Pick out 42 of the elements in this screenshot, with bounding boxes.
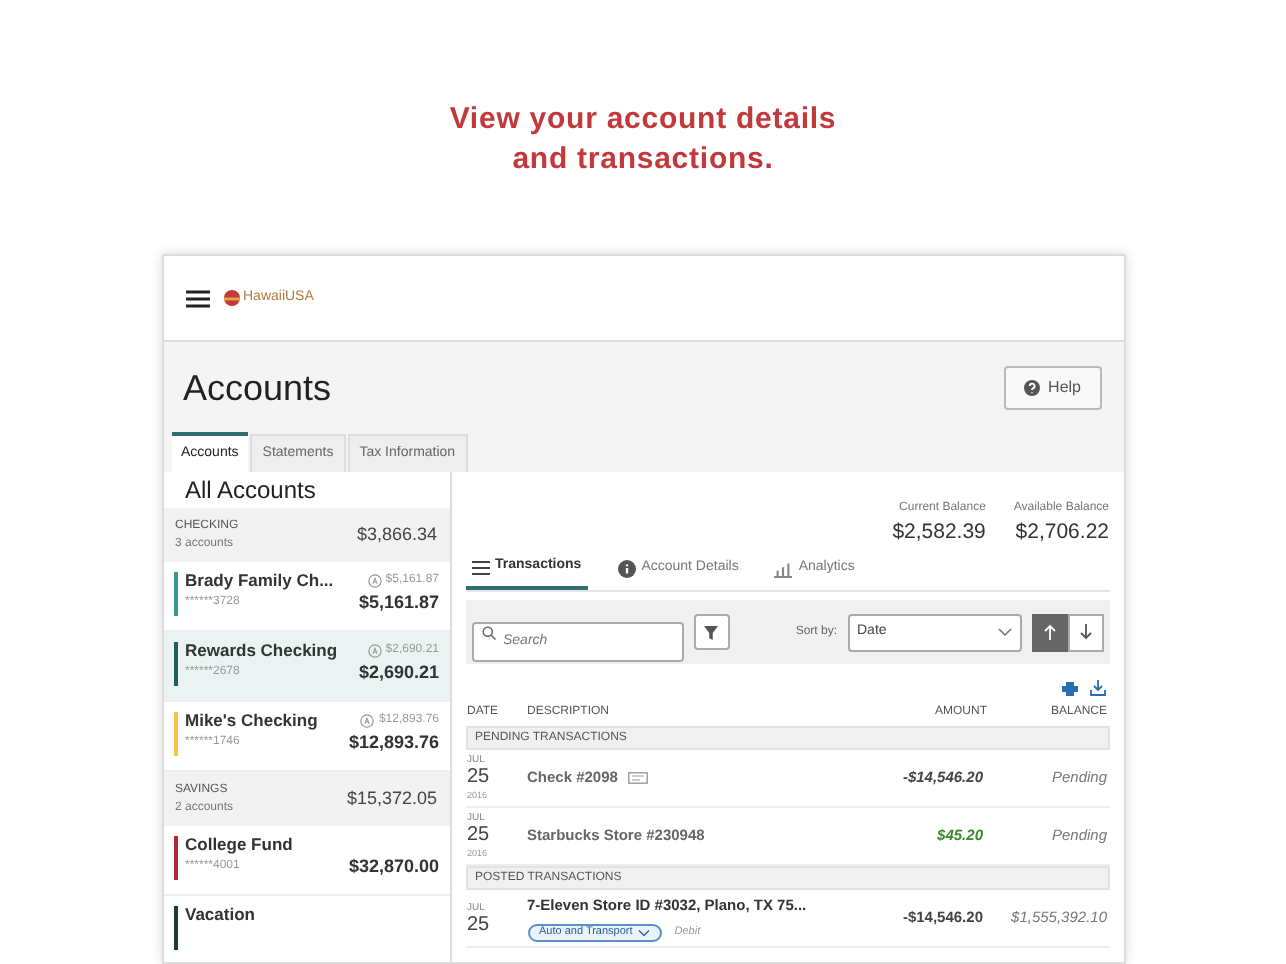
letter-circle-icon xyxy=(367,644,382,658)
check-image-icon[interactable] xyxy=(627,772,648,784)
download-icon[interactable] xyxy=(1089,680,1105,696)
date-day: 25 xyxy=(467,768,527,788)
arrow-down-icon xyxy=(1079,624,1091,640)
sidebar-title: All Accounts xyxy=(183,474,318,508)
menu-icon[interactable] xyxy=(185,289,209,307)
account-balance: $32,870.00 xyxy=(348,856,439,878)
letter-circle-icon xyxy=(367,574,382,588)
account-name: Brady Family Ch... xyxy=(185,570,334,592)
account-name: College Fund xyxy=(185,834,293,856)
date-day: 25 xyxy=(467,826,527,846)
account-balance: $5,161.87 xyxy=(358,592,439,614)
list-icon xyxy=(471,559,489,575)
group-total: $15,372.05 xyxy=(346,785,437,812)
headline: View your account details xyxy=(449,100,837,140)
sun-logo-icon xyxy=(223,290,239,306)
sort-descending-button[interactable] xyxy=(1067,613,1103,651)
sort-ascending-button[interactable] xyxy=(1031,613,1067,651)
account-balance: $2,690.21 xyxy=(358,662,439,684)
help-button[interactable]: Help xyxy=(1004,365,1101,409)
arrow-up-icon xyxy=(1043,624,1055,640)
filter-button[interactable] xyxy=(693,614,729,650)
chevron-down-icon xyxy=(997,628,1011,636)
account-name: Vacation xyxy=(185,904,255,926)
filter-icon xyxy=(704,625,718,639)
chevron-down-icon xyxy=(638,929,651,936)
account-item[interactable]: Vacation xyxy=(163,896,449,962)
chart-icon xyxy=(774,560,793,578)
balance-value: $2,706.22 xyxy=(1015,520,1109,544)
account-name: Mike's Checking xyxy=(185,710,318,732)
question-icon xyxy=(1024,379,1041,395)
date-day: 25 xyxy=(467,915,527,935)
search-icon xyxy=(481,625,495,639)
account-name: Rewards Checking xyxy=(185,640,338,662)
group-total: $3,866.34 xyxy=(356,521,437,548)
letter-circle-icon xyxy=(360,714,375,728)
info-icon xyxy=(617,560,636,578)
page-title: Accounts xyxy=(183,366,332,412)
account-balance: $12,893.76 xyxy=(348,732,439,754)
balance-value: $2,582.39 xyxy=(892,520,986,544)
headline: and transactions. xyxy=(512,140,774,180)
